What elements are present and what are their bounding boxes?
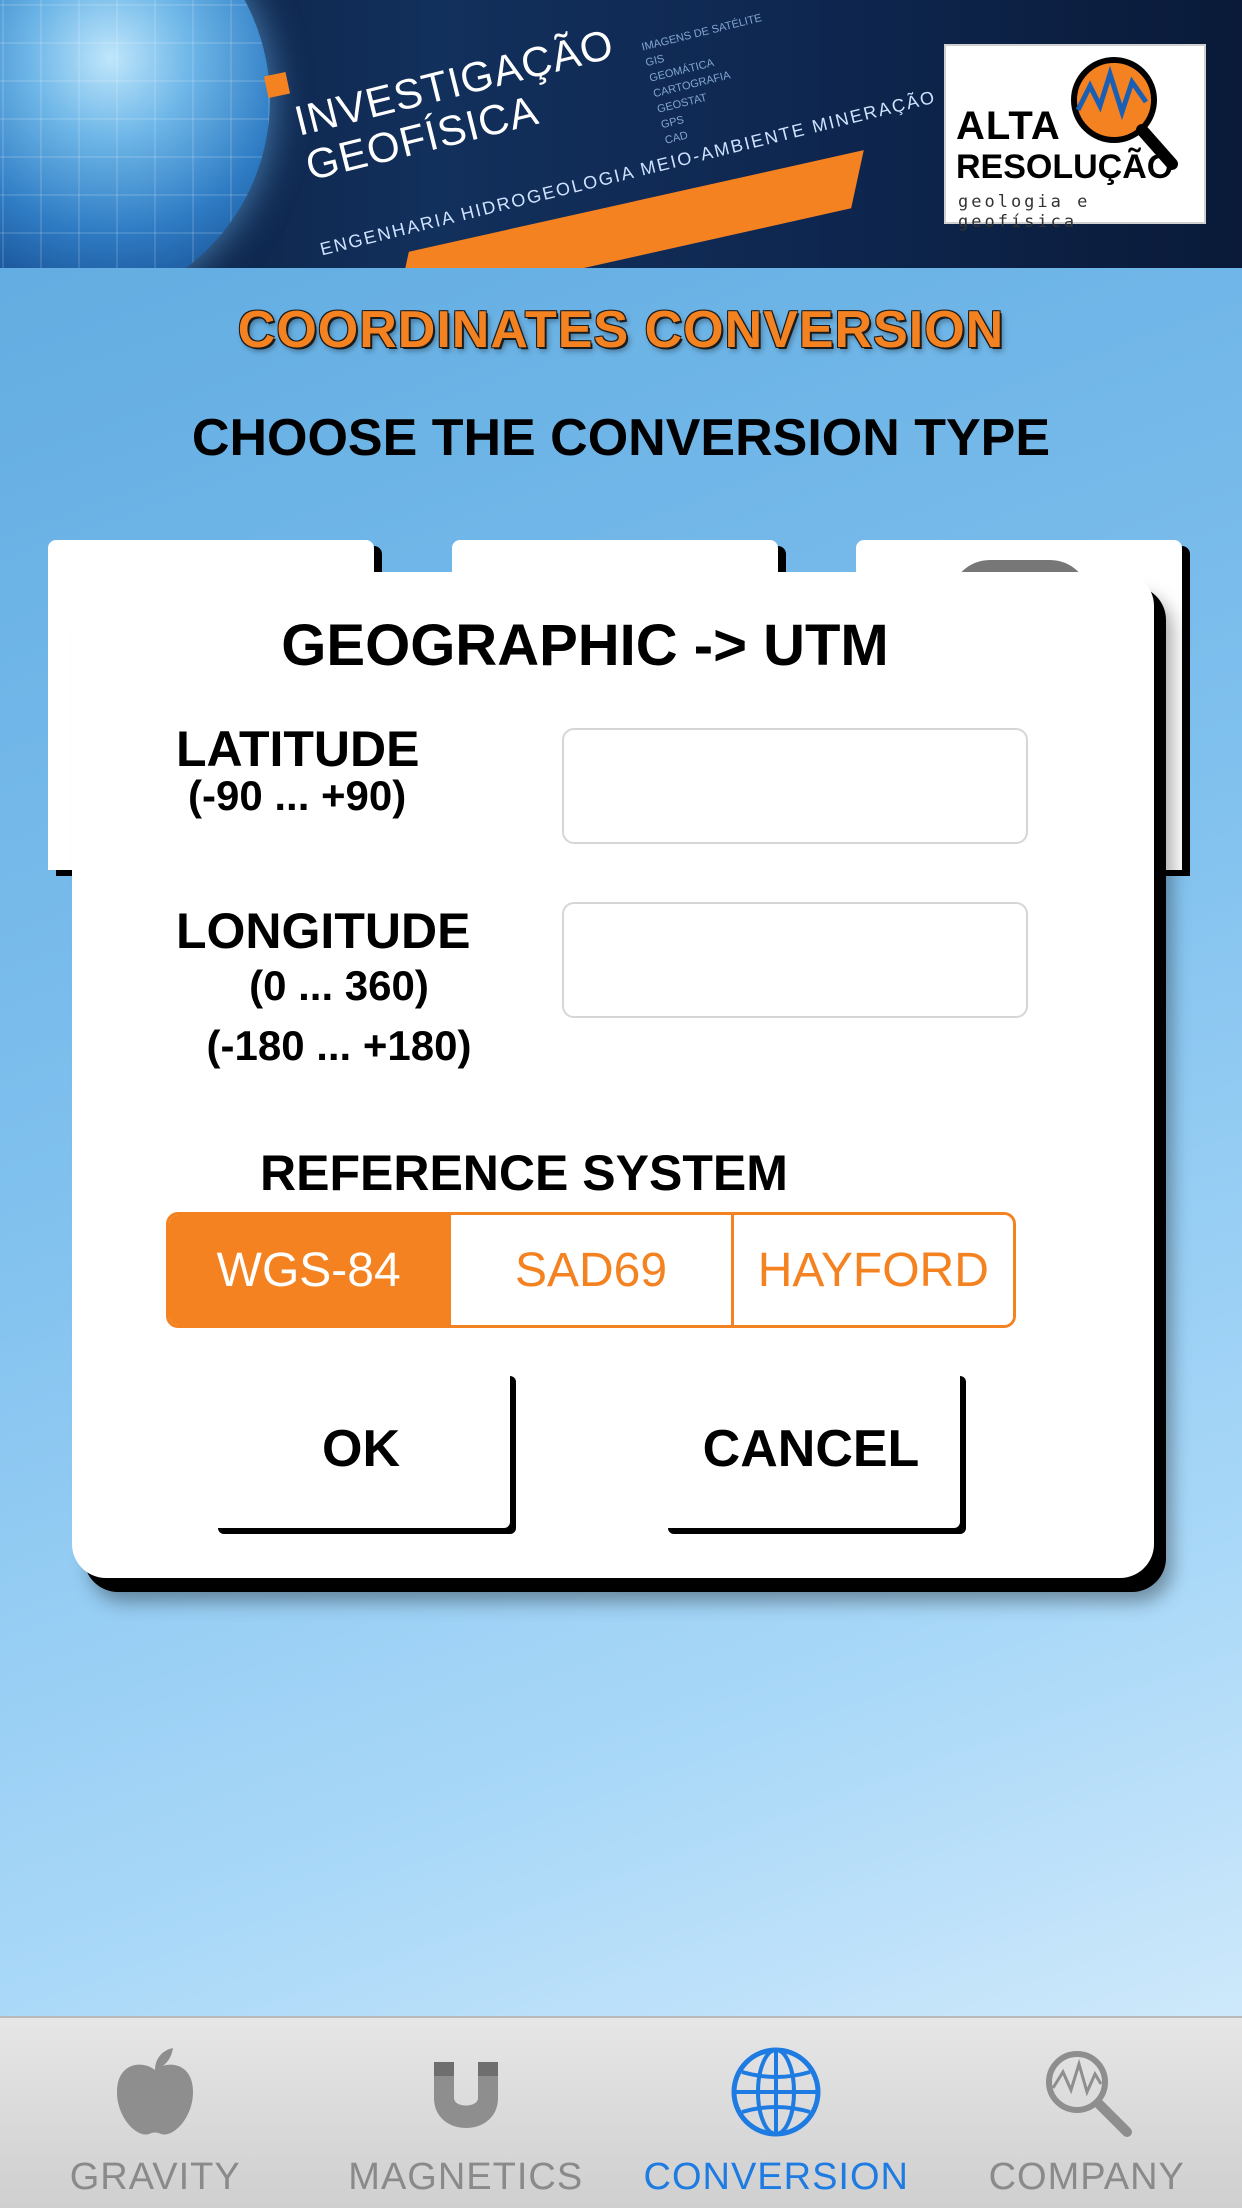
- latitude-label: LATITUDE: [176, 721, 420, 777]
- magnifier-icon: [1045, 2051, 1132, 2137]
- reference-option-hayford[interactable]: HAYFORD: [733, 1215, 1013, 1325]
- tab-magnetics[interactable]: MAGNETICS: [311, 2018, 622, 2208]
- ok-button[interactable]: OK: [212, 1370, 510, 1528]
- tab-label: CONVERSION: [643, 2156, 909, 2198]
- conversion-dialog: GEOGRAPHIC -> UTM LATITUDE (-90 ... +90)…: [72, 572, 1154, 1578]
- latitude-input[interactable]: [562, 728, 1028, 844]
- reference-option-sad69[interactable]: SAD69: [451, 1215, 734, 1325]
- tab-conversion[interactable]: CONVERSION: [621, 2018, 932, 2208]
- tab-gravity[interactable]: GRAVITY: [0, 2018, 311, 2208]
- globe-icon: [731, 2047, 821, 2137]
- longitude-label: LONGITUDE: [176, 903, 471, 959]
- banner-square-decoration: [263, 71, 291, 99]
- banner-title: INVESTIGAÇÃO GEOFÍSICA: [290, 20, 630, 189]
- logo-subtitle: geologia e geofísica: [958, 192, 1091, 232]
- latitude-range: (-90 ... +90): [188, 772, 407, 819]
- bottom-tab-bar: GRAVITY MAGNETICS CONVERSION COMPANY: [0, 2016, 1242, 2208]
- page-subtitle: CHOOSE THE CONVERSION TYPE: [191, 409, 1051, 467]
- longitude-range-0-360: (0 ... 360): [249, 962, 429, 1009]
- apple-icon: [117, 2048, 194, 2135]
- tab-label: GRAVITY: [69, 2156, 241, 2198]
- logo-text-alta: ALTA: [956, 104, 1061, 148]
- company-logo: ALTA RESOLUÇÃO geologia e geofísica: [944, 44, 1206, 232]
- tab-company[interactable]: COMPANY: [932, 2018, 1242, 2208]
- reference-system-label: REFERENCE SYSTEM: [260, 1145, 788, 1201]
- globe-grid: [0, 0, 270, 268]
- logo-text-resolucao: RESOLUÇÃO: [956, 148, 1174, 186]
- tab-label: MAGNETICS: [348, 2156, 584, 2198]
- tab-label: COMPANY: [988, 2156, 1185, 2198]
- header-banner: IMAGENS DE SATÉLITE GIS GEOMÁTICA CARTOG…: [0, 0, 1242, 268]
- dialog-title: GEOGRAPHIC -> UTM: [281, 613, 889, 678]
- reference-option-wgs84[interactable]: WGS-84: [169, 1215, 452, 1325]
- page-title: COORDINATES CONVERSION: [237, 301, 1005, 359]
- cancel-button[interactable]: CANCEL: [662, 1370, 960, 1528]
- magnet-icon: [433, 2062, 498, 2128]
- reference-system-selector: WGS-84 SAD69 HAYFORD: [166, 1212, 1016, 1328]
- longitude-range-180: (-180 ... +180): [206, 1022, 472, 1069]
- longitude-input[interactable]: [562, 902, 1028, 1018]
